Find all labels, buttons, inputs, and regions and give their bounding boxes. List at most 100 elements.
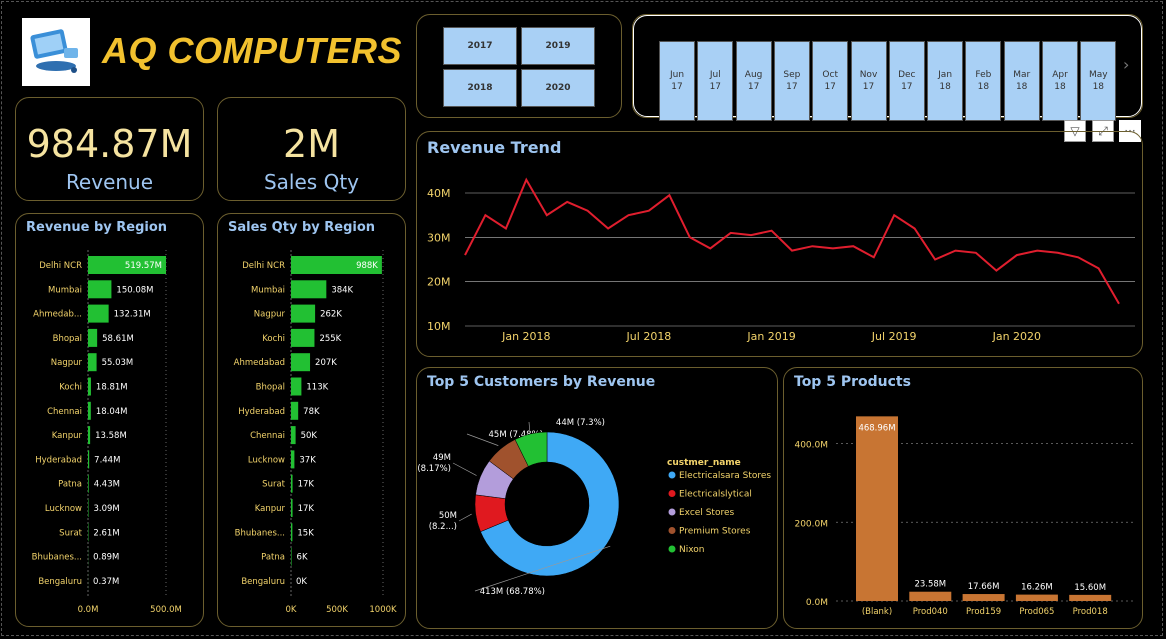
bar-category-label: Delhi NCR	[242, 261, 285, 271]
bar-patna[interactable]	[88, 474, 89, 493]
x-tick-label: Jan 2020	[992, 330, 1041, 343]
month-button-nov-17[interactable]: Nov 17	[850, 41, 887, 121]
top-products-chart: 0.0M 200.0M 400.0M 468.96M (Blank) 23.58M Prod…	[794, 416, 1136, 617]
chevron-right-icon[interactable]: ›	[1123, 55, 1129, 74]
bar-category-label: Hyderabad	[35, 455, 82, 465]
bar-category-label: Kanpur	[255, 504, 286, 514]
month-button-year: 18	[1092, 82, 1105, 92]
bar-lucknow[interactable]	[291, 450, 295, 469]
revenue-trend-line[interactable]	[464, 177, 1120, 305]
month-button-name: Jun	[669, 70, 685, 80]
legend-item-excel-stores[interactable]: Excel Stores	[679, 508, 734, 518]
top-products-panel[interactable]: Top 5 Products 0.0M 200.0M 400.0M 468.96M (B…	[783, 367, 1143, 629]
bar-prod159[interactable]	[962, 594, 1005, 601]
bar-hyderabad[interactable]	[291, 401, 299, 420]
year-button-2020[interactable]: 2020	[521, 69, 595, 107]
month-button-apr-18[interactable]: Apr 18	[1042, 41, 1078, 121]
legend-item-nixon[interactable]: Nixon	[679, 545, 705, 555]
bar-category-label: Nagpur	[254, 310, 286, 320]
month-button-oct-17[interactable]: Oct 17	[812, 41, 849, 121]
bar-kanpur[interactable]	[291, 499, 293, 517]
bar-kanpur[interactable]	[88, 426, 91, 445]
month-button-year: 17	[747, 82, 760, 92]
bar-bhopal[interactable]	[291, 377, 302, 396]
bar-value-label: 18.04M	[96, 407, 128, 417]
slice-leader-line	[458, 513, 472, 522]
bar-kochi[interactable]	[88, 377, 91, 396]
bar-nagpur[interactable]	[291, 304, 316, 323]
bar-value-label: 207K	[315, 358, 337, 368]
month-button-sep-17[interactable]: Sep 17	[773, 41, 810, 121]
bar-bhopal[interactable]	[88, 328, 98, 347]
x-tick-label: 1000K	[369, 605, 397, 615]
revenue-kpi-value: 984.87M	[26, 122, 193, 166]
bar-value-label: 7.44M	[94, 455, 120, 465]
month-button-may-18[interactable]: May 18	[1080, 41, 1117, 121]
sales-qty-kpi-card[interactable]: 2M Sales Qty	[217, 97, 406, 201]
bar-bhubanes[interactable]	[291, 523, 293, 542]
revenue-by-region-panel[interactable]: Revenue by Region Delhi NCR 519.57M Mumbai…	[15, 213, 204, 627]
bar-value-label: 6K	[297, 553, 308, 563]
month-button-jul-17[interactable]: Jul 17	[697, 41, 734, 121]
sales-qty-by-region-panel[interactable]: Sales Qty by Region Delhi NCR 988K Mumbai 3…	[217, 213, 406, 627]
bar-value-label: 78K	[303, 407, 320, 417]
bar-value-label: 0.37M	[93, 577, 119, 587]
year-button-2018[interactable]: 2018	[443, 69, 517, 107]
bar-prod040[interactable]	[909, 591, 952, 601]
bar-mumbai[interactable]	[291, 280, 327, 299]
revenue-kpi-label: Revenue	[65, 170, 154, 194]
bar-category-label: Surat	[59, 528, 82, 538]
bar-chennai[interactable]	[291, 426, 296, 445]
bar-category-label: Hyderabad	[238, 407, 285, 417]
month-button-mar-18[interactable]: Mar 18	[1003, 41, 1040, 121]
bar-value-label: 23.58M	[914, 580, 946, 590]
month-button-year: 17	[901, 82, 913, 92]
year-button-2019[interactable]: 2019	[521, 27, 595, 65]
bar-surat[interactable]	[291, 474, 293, 493]
x-tick-label: Prod159	[966, 607, 1001, 617]
bar-ahmedabad[interactable]	[291, 353, 311, 372]
month-button-name: Mar	[1013, 70, 1031, 80]
bar-kochi[interactable]	[291, 328, 315, 347]
legend-marker	[668, 545, 676, 553]
x-tick-label: Jan 2018	[501, 330, 550, 343]
bar-prod065[interactable]	[1015, 594, 1058, 601]
y-tick-label: 10M	[427, 320, 451, 333]
slice-value-label: 49M (8.17%)	[417, 453, 451, 474]
legend-item-electricalslytical[interactable]: Electricalslytical	[679, 490, 752, 500]
month-button-year: 18	[977, 82, 990, 92]
year-slicer: 2017 2019 2018 2020	[416, 14, 622, 118]
revenue-kpi-card[interactable]: 984.87M Revenue	[15, 97, 204, 201]
month-button-dec-17[interactable]: Dec 17	[888, 41, 925, 121]
bar-nagpur[interactable]	[88, 353, 97, 372]
bar-value-label: 519.57M	[125, 261, 162, 271]
top-customers-panel[interactable]: Top 5 Customers by Revenue 413M (68.78%)…	[416, 367, 778, 629]
x-tick-label: Jul 2018	[626, 330, 672, 343]
bar-value-label: 3.09M	[93, 504, 119, 514]
bar-value-label: 15K	[297, 528, 314, 538]
bar-category-label: Mumbai	[48, 285, 82, 295]
bar-value-label: 55.03M	[102, 358, 134, 368]
month-button-feb-18[interactable]: Feb 18	[965, 41, 1002, 121]
legend-item-premium-stores[interactable]: Premium Stores	[679, 527, 751, 537]
bar-mumbai[interactable]	[88, 280, 112, 299]
legend-title: custmer_name	[667, 458, 741, 468]
revenue-trend-panel[interactable]: Revenue Trend 10M 20M 30M 40M Jan 2018 Jul 20…	[416, 131, 1143, 357]
bar-blank[interactable]	[856, 416, 898, 601]
y-tick-label: 200.0M	[794, 519, 828, 529]
year-button-2017[interactable]: 2017	[443, 27, 517, 65]
x-tick-label: Prod040	[913, 607, 948, 617]
bar-chennai[interactable]	[88, 401, 91, 420]
bar-patna[interactable]	[291, 547, 292, 566]
month-button-year: 18	[1015, 82, 1028, 92]
month-button-aug-17[interactable]: Aug 17	[735, 41, 772, 121]
legend-item-electricalsara-stores[interactable]: Electricalsara Stores	[679, 471, 771, 481]
bar-category-label: Lucknow	[45, 504, 82, 514]
bar-category-label: Surat	[262, 480, 285, 490]
bar-ahmedab[interactable]	[88, 304, 109, 323]
month-button-jun-17[interactable]: Jun 17	[659, 41, 695, 121]
bar-prod018[interactable]	[1069, 594, 1112, 601]
month-button-jan-18[interactable]: Jan 18	[927, 41, 964, 121]
bar-hyderabad[interactable]	[88, 450, 90, 469]
bar-category-label: Ahmedab...	[33, 310, 82, 320]
